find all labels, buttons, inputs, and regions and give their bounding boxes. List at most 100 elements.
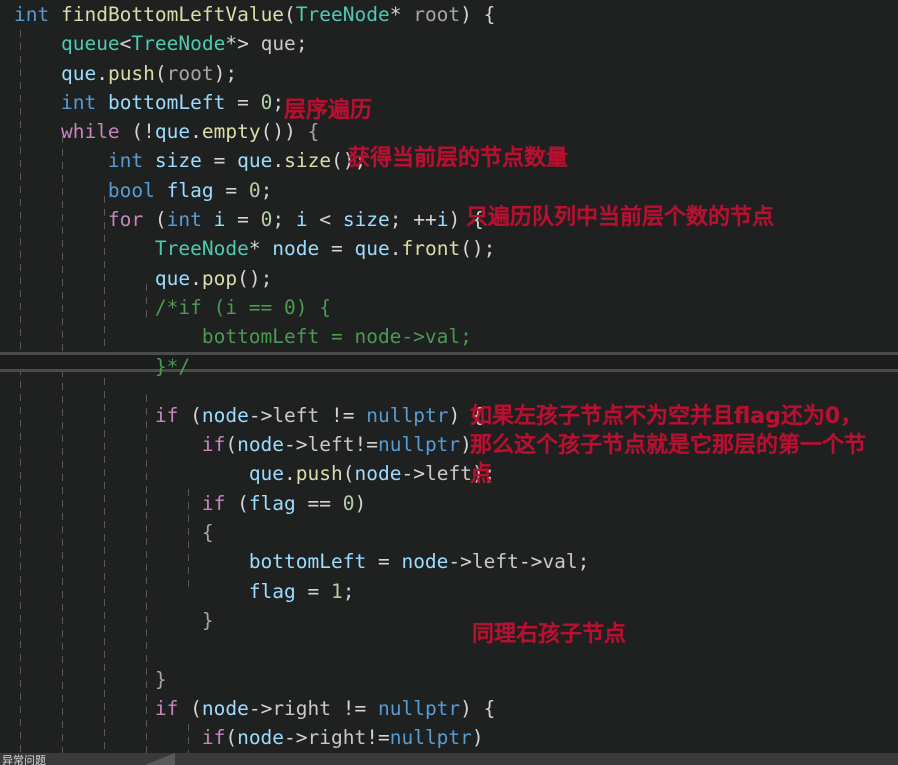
code-line[interactable]: if (flag == 0) bbox=[0, 489, 898, 518]
annotation-left-child-first-node-rule: 如果左孩子节点不为空并且flag还为0，那么这个孩子节点就是它那层的第一个节点 bbox=[470, 404, 867, 488]
code-token: bottomLeft bbox=[107, 90, 226, 114]
horizontal-scrollbar-thumb[interactable] bbox=[145, 753, 175, 765]
code-line-text: que.pop(); bbox=[0, 264, 272, 293]
code-line[interactable]: { bbox=[0, 518, 898, 547]
code-token: ) { bbox=[460, 3, 496, 26]
code-token: -> bbox=[284, 726, 308, 750]
code-token: ; bbox=[577, 550, 590, 574]
code-token: size bbox=[284, 149, 332, 173]
code-line-text: que.push(root); bbox=[0, 59, 237, 88]
code-line[interactable]: queue<TreeNode*> que; bbox=[0, 29, 898, 58]
code-token: bool bbox=[107, 178, 155, 202]
code-line-text: if (flag == 0) bbox=[0, 489, 366, 518]
status-bar[interactable]: 异常问题 bbox=[0, 753, 898, 765]
code-token: right bbox=[307, 726, 367, 750]
code-token: i bbox=[213, 208, 226, 232]
code-token: if bbox=[154, 403, 179, 427]
code-token: i bbox=[295, 208, 308, 232]
code-token: while bbox=[60, 120, 120, 144]
code-token: = bbox=[319, 237, 355, 261]
code-token: if bbox=[201, 491, 226, 515]
code-token: != bbox=[354, 433, 378, 457]
code-token: } bbox=[201, 608, 214, 632]
code-token: ; bbox=[272, 90, 285, 114]
code-line[interactable]: /*if (i == 0) { bbox=[0, 293, 898, 322]
annotation-traverse-only-current-level: 只遍历队列中当前层个数的节点 bbox=[466, 205, 775, 230]
code-token: empty bbox=[201, 120, 261, 144]
code-token: -> bbox=[448, 550, 472, 574]
code-token: TreeNode bbox=[154, 237, 249, 261]
code-line[interactable]: flag = 1; bbox=[0, 577, 898, 606]
code-line[interactable]: int findBottomLeftValue(TreeNode* root) … bbox=[0, 0, 898, 29]
code-token: ( bbox=[154, 61, 167, 85]
code-token: i bbox=[436, 208, 449, 232]
code-token: -> bbox=[248, 696, 273, 720]
code-line[interactable]: if (node->right != nullptr) { bbox=[0, 694, 898, 723]
code-editor-surface[interactable]: int findBottomLeftValue(TreeNode* root) … bbox=[0, 0, 898, 753]
code-line[interactable]: } bbox=[0, 606, 898, 635]
code-line[interactable] bbox=[0, 635, 898, 664]
code-line-text: flag = 1; bbox=[0, 577, 355, 606]
code-token: root bbox=[413, 3, 461, 26]
code-token: ; bbox=[272, 208, 296, 232]
code-token: node bbox=[201, 696, 249, 720]
code-line[interactable]: bottomLeft = node->val; bbox=[0, 322, 898, 351]
code-token: int bbox=[107, 149, 144, 173]
status-bar-text: 异常问题 bbox=[2, 754, 46, 765]
code-line-text: for (int i = 0; i < size; ++i) { bbox=[0, 205, 484, 234]
code-token: { bbox=[201, 521, 214, 545]
code-line-text: int size = que.size(); bbox=[0, 146, 366, 175]
code-token: ( bbox=[225, 491, 249, 515]
code-token: } bbox=[154, 667, 167, 691]
code-line[interactable]: que.pop(); bbox=[0, 264, 898, 293]
code-line[interactable]: que.push(root); bbox=[0, 59, 898, 88]
code-line[interactable]: TreeNode* node = que.front(); bbox=[0, 234, 898, 263]
code-token: left bbox=[471, 550, 519, 574]
code-token: = bbox=[366, 550, 402, 574]
code-token: = bbox=[225, 208, 261, 232]
code-line-text: if(node->left!=nullptr) bbox=[0, 430, 472, 459]
code-token: node bbox=[401, 550, 449, 574]
code-line[interactable]: bool flag = 0; bbox=[0, 176, 898, 205]
code-token: node bbox=[237, 433, 285, 457]
code-token: node bbox=[354, 462, 402, 486]
code-token: size bbox=[342, 208, 390, 232]
code-token: bottomLeft bbox=[248, 550, 367, 574]
code-token: node bbox=[201, 403, 249, 427]
code-token: 0 bbox=[342, 491, 355, 515]
code-line-text: bottomLeft = node->left->val; bbox=[0, 547, 590, 576]
code-token: }*/ bbox=[154, 354, 191, 378]
code-token: if bbox=[201, 726, 226, 750]
code-token: ); bbox=[213, 61, 238, 85]
code-token: *> bbox=[225, 32, 261, 56]
code-token: root bbox=[166, 61, 214, 85]
code-token: != bbox=[331, 696, 378, 720]
code-token: flag bbox=[166, 178, 214, 202]
code-token: /*if (i == 0) { bbox=[154, 295, 331, 319]
code-line-text: que.push(node->left); bbox=[0, 459, 496, 488]
code-token: != bbox=[366, 726, 390, 750]
code-line[interactable]: bottomLeft = node->left->val; bbox=[0, 547, 898, 576]
code-line-text: /*if (i == 0) { bbox=[0, 293, 331, 322]
code-line-text: queue<TreeNode*> que; bbox=[0, 29, 308, 58]
code-line-text: }*/ bbox=[0, 352, 190, 381]
code-line[interactable]: if(node->right!=nullptr) bbox=[0, 723, 898, 752]
code-token: val bbox=[542, 550, 578, 574]
code-token: queue bbox=[60, 32, 120, 56]
code-token: int bbox=[166, 208, 202, 232]
code-line[interactable]: } bbox=[0, 665, 898, 694]
code-token: ( bbox=[225, 433, 238, 457]
code-token: = bbox=[225, 90, 261, 114]
code-token: push bbox=[107, 61, 155, 85]
code-token: ; bbox=[260, 178, 273, 202]
code-token: nullptr bbox=[389, 726, 472, 750]
code-line-text: { bbox=[0, 518, 214, 547]
code-line-text: bottomLeft = node->val; bbox=[0, 322, 472, 351]
code-token: = bbox=[295, 579, 332, 603]
code-token: node bbox=[237, 726, 285, 750]
code-token: -> bbox=[248, 403, 273, 427]
code-token: . bbox=[190, 266, 202, 290]
code-editor-window: int findBottomLeftValue(TreeNode* root) … bbox=[0, 0, 898, 765]
